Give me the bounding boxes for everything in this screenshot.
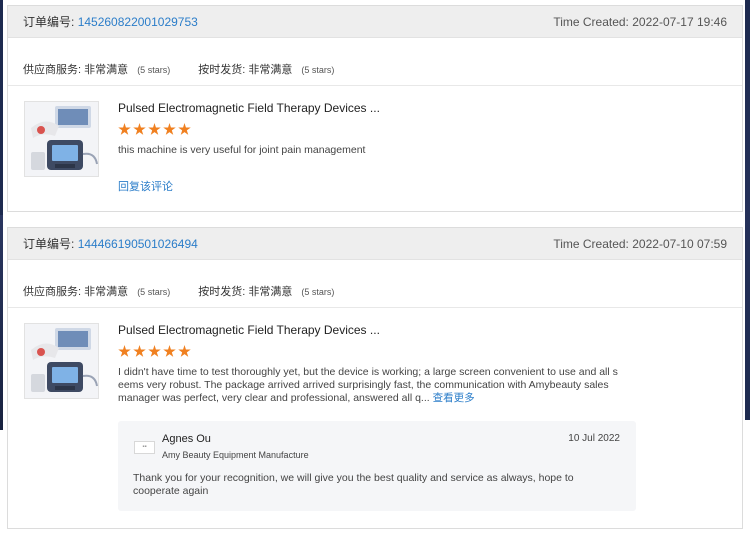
star-icon xyxy=(163,123,176,135)
time-created: Time Created: 2022-07-10 07:59 xyxy=(553,237,727,251)
supplier-reply-name: Agnes Ou xyxy=(162,433,211,445)
time-created: Time Created: 2022-07-17 19:46 xyxy=(553,15,727,29)
star-icon xyxy=(133,123,146,135)
star-rating xyxy=(118,123,727,137)
star-icon xyxy=(148,123,161,135)
supplier-service-label: 供应商服务: xyxy=(23,64,82,76)
review-comment-text: I didn't have time to test thoroughly ye… xyxy=(118,366,618,404)
shipping-value: 非常满意 xyxy=(248,286,293,298)
shipping-label: 按时发货: xyxy=(198,64,246,76)
product-thumbnail[interactable] xyxy=(24,323,99,399)
product-image xyxy=(25,102,98,176)
star-icon xyxy=(163,345,176,357)
reply-review-link[interactable]: 回复该评论 xyxy=(118,178,173,194)
star-icon xyxy=(118,123,131,135)
shipping-label: 按时发货: xyxy=(198,286,246,298)
supplier-reply-date: 10 Jul 2022 xyxy=(568,433,620,444)
right-edge xyxy=(745,0,750,535)
supplier-service-rating: 供应商服务: 非常满意 (5 stars) xyxy=(23,283,170,299)
shipping-stars: (5 stars) xyxy=(301,65,335,75)
time-created-value: 2022-07-17 19:46 xyxy=(632,14,727,29)
review-comment: this machine is very useful for joint pa… xyxy=(118,144,366,156)
supplier-service-value: 非常满意 xyxy=(84,286,129,298)
see-more-link[interactable]: 查看更多 xyxy=(433,392,475,404)
supplier-ratings: 供应商服务: 非常满意 (5 stars) 按时发货: 非常满意 (5 star… xyxy=(8,260,742,308)
shipping-rating: 按时发货: 非常满意 (5 stars) xyxy=(198,283,334,299)
review-comment: I didn't have time to test thoroughly ye… xyxy=(118,366,618,405)
order-number-link[interactable]: 144466190501026494 xyxy=(78,237,198,251)
order-number-link[interactable]: 145260822001029753 xyxy=(78,15,198,29)
star-icon xyxy=(178,123,191,135)
shipping-rating: 按时发货: 非常满意 (5 stars) xyxy=(198,61,334,77)
product-thumbnail[interactable] xyxy=(24,101,99,177)
time-created-label: Time Created: xyxy=(553,236,629,251)
product-title[interactable]: Pulsed Electromagnetic Field Therapy Dev… xyxy=(118,323,727,337)
product-image xyxy=(25,324,98,398)
review-content: Pulsed Electromagnetic Field Therapy Dev… xyxy=(118,323,727,511)
order-number-label: 订单编号: xyxy=(23,15,75,29)
order-number: 订单编号: 144466190501026494 xyxy=(23,235,198,252)
order-header: 订单编号: 144466190501026494 Time Created: 2… xyxy=(8,228,742,260)
star-rating xyxy=(118,345,727,359)
supplier-reply: ▪▪ Agnes Ou Amy Beauty Equipment Manufac… xyxy=(118,421,636,511)
supplier-service-value: 非常满意 xyxy=(84,64,129,76)
review-card: 订单编号: 144466190501026494 Time Created: 2… xyxy=(7,227,743,529)
supplier-reply-company: Amy Beauty Equipment Manufacture xyxy=(162,450,309,460)
supplier-service-stars: (5 stars) xyxy=(137,287,171,297)
product-review: Pulsed Electromagnetic Field Therapy Dev… xyxy=(8,308,742,511)
star-icon xyxy=(148,345,161,357)
shipping-stars: (5 stars) xyxy=(301,287,335,297)
time-created-label: Time Created: xyxy=(553,14,629,29)
supplier-service-rating: 供应商服务: 非常满意 (5 stars) xyxy=(23,61,170,77)
left-edge xyxy=(0,0,3,535)
order-number-label: 订单编号: xyxy=(23,237,75,251)
supplier-service-label: 供应商服务: xyxy=(23,286,82,298)
review-content: Pulsed Electromagnetic Field Therapy Dev… xyxy=(118,101,727,195)
supplier-reply-text: Thank you for your recognition, we will … xyxy=(133,472,574,497)
order-header: 订单编号: 145260822001029753 Time Created: 2… xyxy=(8,6,742,38)
time-created-value: 2022-07-10 07:59 xyxy=(632,236,727,251)
order-number: 订单编号: 145260822001029753 xyxy=(23,13,198,30)
supplier-logo: ▪▪ xyxy=(134,441,155,454)
shipping-value: 非常满意 xyxy=(248,64,293,76)
star-icon xyxy=(133,345,146,357)
star-icon xyxy=(118,345,131,357)
product-review: Pulsed Electromagnetic Field Therapy Dev… xyxy=(8,86,742,195)
supplier-service-stars: (5 stars) xyxy=(137,65,171,75)
star-icon xyxy=(178,345,191,357)
review-card: 订单编号: 145260822001029753 Time Created: 2… xyxy=(7,5,743,212)
product-title[interactable]: Pulsed Electromagnetic Field Therapy Dev… xyxy=(118,101,727,115)
supplier-ratings: 供应商服务: 非常满意 (5 stars) 按时发货: 非常满意 (5 star… xyxy=(8,38,742,86)
